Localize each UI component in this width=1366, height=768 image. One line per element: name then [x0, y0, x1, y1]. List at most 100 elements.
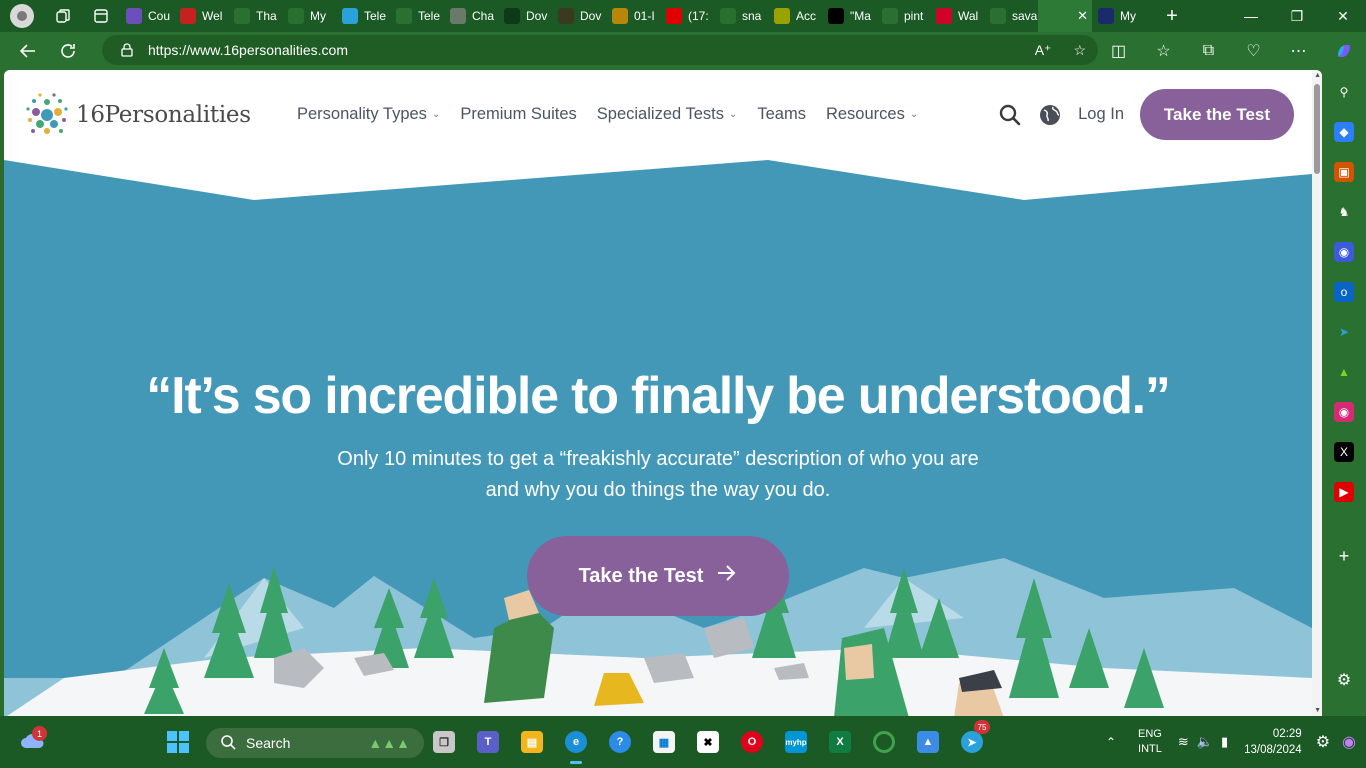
browser-tab[interactable]: My [282, 0, 336, 32]
workspaces-icon[interactable] [54, 7, 72, 25]
youtube-icon [666, 8, 682, 24]
taskbar-search[interactable]: Search ▲▲▲ [206, 728, 424, 758]
browser-tab[interactable]: Wel [174, 0, 228, 32]
refresh-icon[interactable] [48, 35, 88, 67]
search-icon[interactable] [998, 103, 1022, 127]
favorites-icon[interactable]: ☆ [1141, 41, 1186, 61]
browser-tab[interactable]: Dov [498, 0, 552, 32]
sidebar-copilot-icon[interactable]: ◉ [1334, 242, 1354, 262]
browser-tab[interactable]: "Ma [822, 0, 876, 32]
edge-icon[interactable]: e [560, 724, 592, 764]
telegram-icon[interactable]: ➤ 75 [956, 720, 990, 760]
sidebar-add-icon[interactable]: + [1334, 546, 1354, 566]
copilot-icon[interactable] [1321, 41, 1366, 61]
lock-icon[interactable] [120, 43, 134, 57]
url-text[interactable]: https://www.16personalities.com [148, 42, 348, 58]
split-screen-icon[interactable]: ◫ [1096, 41, 1141, 61]
photos-icon[interactable]: ▲ [912, 724, 944, 760]
file-explorer-icon[interactable]: ▤ [516, 724, 548, 760]
wifi-icon: ≋ [1177, 734, 1189, 749]
browser-tab[interactable]: Tele [390, 0, 444, 32]
back-icon[interactable] [8, 35, 48, 67]
sidebar-tree-icon[interactable]: ▲ [1334, 362, 1354, 382]
profile-avatar[interactable] [10, 4, 34, 28]
read-aloud-icon[interactable]: A⁺ [1035, 42, 1052, 59]
browser-tab[interactable]: (17: [660, 0, 714, 32]
sidebar-instagram-icon[interactable]: ◉ [1334, 402, 1354, 422]
logo-text: 16Personalities [76, 102, 251, 128]
sidebar-telegram-icon[interactable]: ➤ [1334, 322, 1354, 342]
sidebar-tools-icon[interactable]: ▣ [1334, 162, 1354, 182]
arrow-right-icon [715, 562, 737, 590]
sidebar-search-icon[interactable]: ⚲ [1334, 82, 1354, 102]
task-view-icon[interactable]: ❐ [428, 724, 460, 760]
language-indicator[interactable]: ENG INTL [1138, 727, 1162, 757]
take-test-hero-button[interactable]: Take the Test [527, 536, 789, 616]
sidebar-shopping-icon[interactable]: ◆ [1334, 122, 1354, 142]
scrollbar-thumb[interactable] [1314, 84, 1320, 174]
browser-tab[interactable]: My [1092, 0, 1146, 32]
nav-item[interactable]: Teams [757, 105, 806, 124]
favorite-star-icon[interactable]: ☆ [1073, 42, 1086, 59]
close-tab-icon[interactable]: ✕ [1077, 8, 1088, 24]
nav-item[interactable]: Resources ⌄ [826, 105, 918, 124]
loading-app-icon[interactable] [868, 724, 900, 760]
browser-tab[interactable]: pint [876, 0, 930, 32]
sidebar-youtube-icon[interactable]: ▶ [1334, 482, 1354, 502]
main-nav: Personality Types ⌄ Premium Suites Speciali… [297, 105, 918, 124]
login-link[interactable]: Log In [1078, 105, 1124, 124]
tray-overflow-icon[interactable]: ⌃ [1106, 735, 1116, 749]
notification-bell-icon[interactable]: ⚙ [1316, 732, 1330, 752]
sidebar-outlook-icon[interactable]: o [1334, 282, 1354, 302]
scroll-up-icon[interactable]: ▲ [1314, 72, 1321, 79]
browser-tab[interactable]: Tele [336, 0, 390, 32]
take-test-header-button[interactable]: Take the Test [1140, 89, 1294, 140]
capcut-icon[interactable]: ✖ [692, 724, 724, 760]
browser-tab[interactable]: Cou [120, 0, 174, 32]
start-button[interactable] [167, 731, 189, 753]
store-icon[interactable]: ▦ [648, 724, 680, 760]
close-icon[interactable]: ✕ [1320, 0, 1366, 32]
browser-essentials-icon[interactable]: ♡ [1231, 41, 1276, 61]
address-bar[interactable]: https://www.16personalities.com A⁺ ☆ [102, 35, 1098, 65]
browser-tab[interactable]: sava [984, 0, 1038, 32]
opera-icon[interactable]: O [736, 724, 768, 760]
scroll-down-icon[interactable]: ▼ [1314, 707, 1321, 714]
copilot-taskbar-icon[interactable]: ◉ [1342, 732, 1356, 752]
site-logo[interactable]: 16Personalities [24, 92, 251, 138]
nav-item[interactable]: Specialized Tests ⌄ [597, 105, 738, 124]
sidebar-settings-icon[interactable]: ⚙ [1334, 670, 1354, 690]
browser-tab[interactable]: 01-I [606, 0, 660, 32]
sidebar-games-icon[interactable]: ♞ [1334, 202, 1354, 222]
browser-tab[interactable]: Wal [930, 0, 984, 32]
browser-tab[interactable]: ✕ [1038, 0, 1092, 32]
page-scrollbar[interactable]: ▲ ▼ [1312, 70, 1322, 716]
tab-actions-icon[interactable] [92, 7, 110, 25]
browser-tab-bar: Cou Wel Tha My Tele Tele Cha Dov Dov 01-I (17: sna A… [0, 0, 1366, 32]
restore-icon[interactable]: ❐ [1274, 0, 1320, 32]
browser-tab[interactable]: Cha [444, 0, 498, 32]
more-menu-icon[interactable]: ⋯ [1276, 41, 1321, 61]
system-icons[interactable]: ≋ 🔈 ▮ [1178, 734, 1228, 750]
spinner-icon [558, 8, 574, 24]
nav-item[interactable]: Personality Types ⌄ [297, 105, 440, 124]
tips-icon[interactable]: ? [604, 724, 636, 760]
excel-icon[interactable]: X [824, 724, 856, 760]
browser-tab[interactable]: sna [714, 0, 768, 32]
minimize-icon[interactable]: — [1228, 0, 1274, 32]
collections-icon[interactable]: ⧉ [1186, 42, 1231, 60]
tab-label: (17: [688, 9, 709, 23]
new-tab-button[interactable]: + [1156, 5, 1188, 28]
nav-item[interactable]: Premium Suites [460, 105, 576, 124]
teams-icon[interactable]: T [472, 724, 504, 760]
browser-tab[interactable]: Dov [552, 0, 606, 32]
web-page: 16Personalities Personality Types ⌄ Premiu… [4, 70, 1322, 716]
weather-widget-icon[interactable]: 1 [20, 726, 47, 752]
chevron-down-icon: ⌄ [431, 109, 441, 120]
clock[interactable]: 02:29 13/08/2024 [1244, 726, 1302, 758]
sidebar-x-icon[interactable]: X [1334, 442, 1354, 462]
language-globe-icon[interactable] [1038, 103, 1062, 127]
browser-tab[interactable]: Acc [768, 0, 822, 32]
myhp-icon[interactable]: myhp [780, 724, 812, 760]
browser-tab[interactable]: Tha [228, 0, 282, 32]
